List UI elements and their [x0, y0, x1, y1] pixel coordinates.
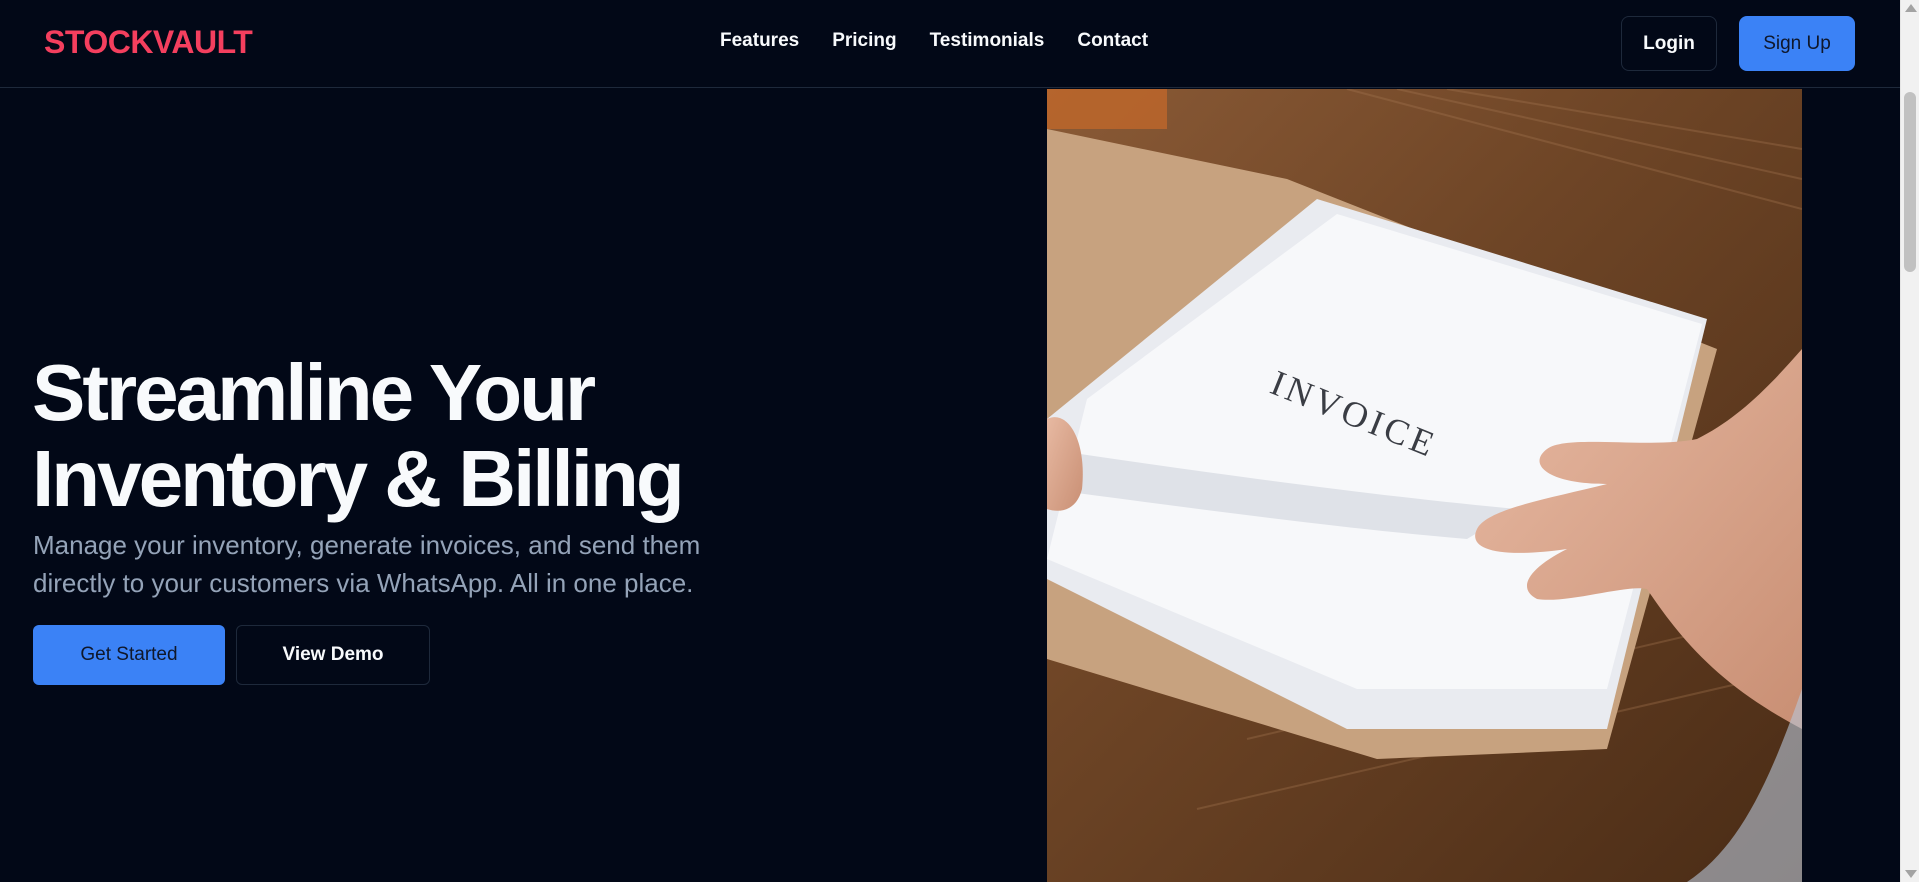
- page-scrollbar[interactable]: [1900, 0, 1919, 882]
- nav-contact-link[interactable]: Contact: [1077, 30, 1148, 52]
- get-started-button[interactable]: Get Started: [33, 625, 225, 685]
- site-header: STOCKVAULT Features Pricing Testimonials…: [0, 0, 1900, 88]
- nav-pricing-link[interactable]: Pricing: [832, 30, 896, 52]
- hero-invoice-photo: INVOICE: [1047, 89, 1802, 882]
- main-nav: Features Pricing Testimonials Contact: [720, 30, 1148, 52]
- invoice-photo-illustration: INVOICE: [1047, 89, 1802, 882]
- logo[interactable]: STOCKVAULT: [44, 24, 253, 61]
- hero-title-line2: Inventory & Billing: [32, 434, 685, 523]
- hero-title-line1: Streamline Your: [32, 348, 596, 437]
- view-demo-button[interactable]: View Demo: [236, 625, 430, 685]
- signup-button[interactable]: Sign Up: [1739, 16, 1855, 71]
- hero-subtitle-line2: directly to your customers via WhatsApp.…: [33, 568, 694, 598]
- hero-subtitle-line1: Manage your inventory, generate invoices…: [33, 530, 701, 560]
- landing-page: STOCKVAULT Features Pricing Testimonials…: [0, 0, 1900, 882]
- scroll-thumb[interactable]: [1904, 92, 1916, 272]
- nav-testimonials-link[interactable]: Testimonials: [930, 30, 1045, 52]
- login-button[interactable]: Login: [1621, 16, 1717, 71]
- scroll-up-arrow-icon[interactable]: [1905, 4, 1917, 12]
- hero-subtitle: Manage your inventory, generate invoices…: [33, 526, 853, 602]
- nav-features-link[interactable]: Features: [720, 30, 799, 52]
- scroll-down-arrow-icon[interactable]: [1905, 870, 1917, 878]
- hero-title: Streamline Your Inventory & Billing: [32, 350, 932, 522]
